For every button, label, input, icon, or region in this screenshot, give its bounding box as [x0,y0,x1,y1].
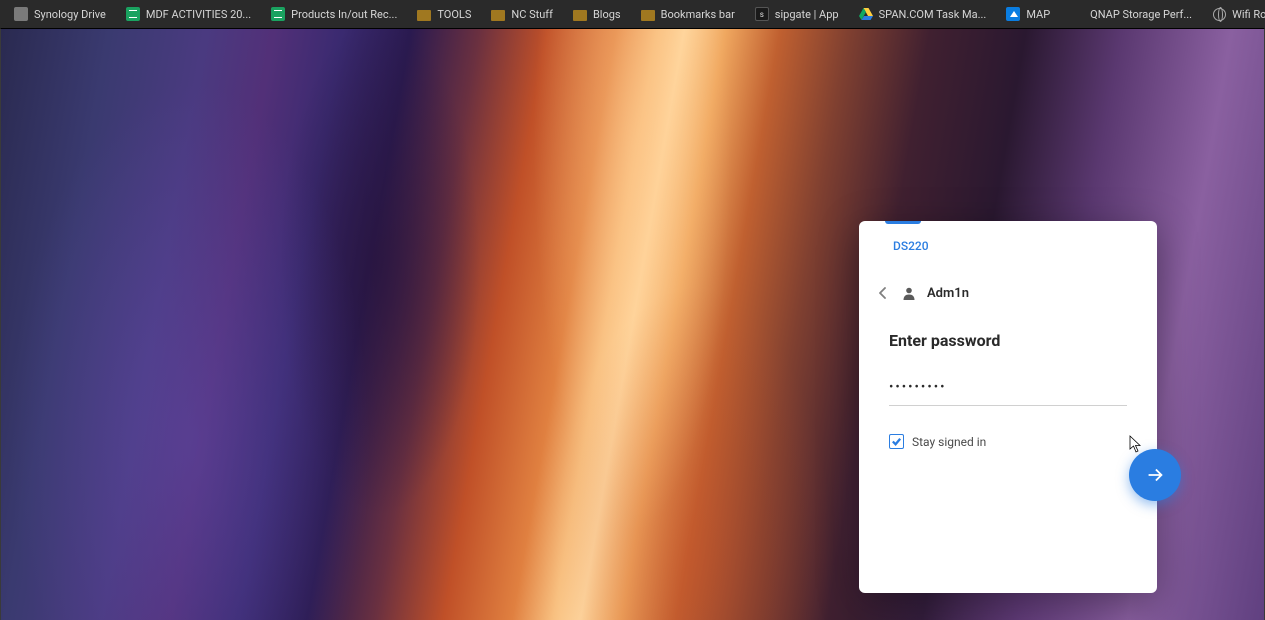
bookmark-label: Synology Drive [34,8,106,21]
bookmark-nc-stuff[interactable]: NC Stuff [483,4,561,24]
device-name: DS220 [859,221,1157,253]
bookmark-mdf-activities[interactable]: MDF ACTIVITIES 20... [118,4,259,24]
bookmark-label: TOOLS [437,8,471,21]
sipgate-icon: s [755,7,769,21]
login-heading: Enter password [859,301,1157,350]
bookmark-wifi-router[interactable]: Wifi Router Netgea... [1204,4,1265,24]
folder-icon [491,7,505,21]
user-row: Adm1n [859,253,1157,301]
sheets-icon [271,7,285,21]
globe-icon [1212,7,1226,21]
folder-icon [641,7,655,21]
bookmark-label: MDF ACTIVITIES 20... [146,8,251,21]
back-icon[interactable] [875,285,891,301]
stay-signed-in-checkbox[interactable] [889,434,904,449]
bookmark-label: Blogs [593,8,621,21]
bookmark-span-task[interactable]: SPAN.COM Task Ma... [851,4,995,24]
submit-button[interactable] [1129,449,1181,501]
bookmark-sipgate[interactable]: s sipgate | App [747,4,847,24]
bookmark-label: MAP [1026,8,1050,21]
stay-signed-in-row: Stay signed in [859,410,1157,449]
bookmark-synology-drive[interactable]: Synology Drive [6,4,114,24]
bookmark-bookmarks-bar[interactable]: Bookmarks bar [633,4,743,24]
drive-icon [859,7,873,21]
map-icon [1006,7,1020,21]
login-card: DS220 Adm1n Enter password Stay signed i… [859,221,1157,593]
bookmark-label: sipgate | App [775,8,839,21]
bookmark-label: SPAN.COM Task Ma... [879,8,987,21]
bookmark-qnap-storage[interactable]: QNAP Storage Perf... [1062,4,1200,24]
accent-bar [885,221,921,224]
app-icon [14,7,28,21]
stay-signed-in-label[interactable]: Stay signed in [912,435,986,449]
bookmark-label: NC Stuff [511,8,553,21]
bookmark-map[interactable]: MAP [998,4,1058,24]
bookmark-label: Wifi Router Netgea... [1232,8,1265,21]
sheets-icon [126,7,140,21]
username-label: Adm1n [927,286,969,301]
bookmark-label: QNAP Storage Perf... [1090,8,1192,21]
bookmark-label: Bookmarks bar [661,8,735,21]
bookmark-products-in-out[interactable]: Products In/out Rec... [263,4,405,24]
bookmark-label: Products In/out Rec... [291,8,397,21]
password-input[interactable] [889,374,1127,406]
folder-icon [573,7,587,21]
password-field-wrap [859,350,1157,410]
bookmark-blogs[interactable]: Blogs [565,4,629,24]
bookmarks-bar: Synology Drive MDF ACTIVITIES 20... Produc… [0,0,1265,28]
desktop-background: DS220 Adm1n Enter password Stay signed i… [0,28,1265,620]
bookmark-tools[interactable]: TOOLS [409,4,479,24]
user-icon [901,285,917,301]
folder-icon [417,7,431,21]
page-icon [1070,7,1084,21]
